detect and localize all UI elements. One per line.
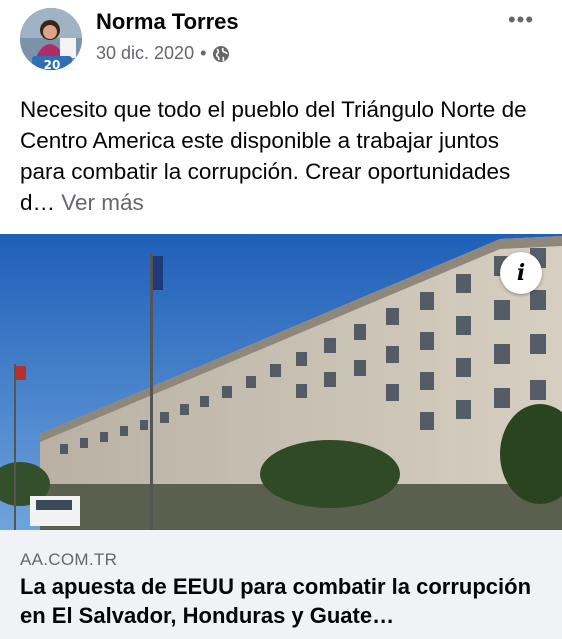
see-more-link[interactable]: Ver más xyxy=(61,190,144,215)
link-domain: AA.COM.TR xyxy=(20,550,118,569)
post-meta: 30 dic. 2020 • xyxy=(96,43,230,64)
globe-icon xyxy=(212,45,230,63)
info-icon[interactable]: i xyxy=(500,252,542,294)
link-preview-image[interactable] xyxy=(0,234,562,530)
post-text: Necesito que todo el pueblo del Triángul… xyxy=(20,94,545,218)
avatar-badge: 20 xyxy=(32,56,72,70)
building-photo xyxy=(0,234,562,530)
post-date[interactable]: 30 dic. 2020 xyxy=(96,43,194,64)
more-options-icon[interactable]: ••• xyxy=(503,9,539,31)
avatar[interactable]: 20 xyxy=(20,8,82,70)
link-card[interactable]: AA.COM.TR La apuesta de EEUU para combat… xyxy=(0,530,562,639)
link-title[interactable]: La apuesta de EEUU para combatir la corr… xyxy=(20,572,545,630)
meta-separator: • xyxy=(200,43,207,63)
post-header: 20 Norma Torres 30 dic. 2020 • ••• xyxy=(0,0,562,80)
author-name[interactable]: Norma Torres xyxy=(96,9,239,35)
